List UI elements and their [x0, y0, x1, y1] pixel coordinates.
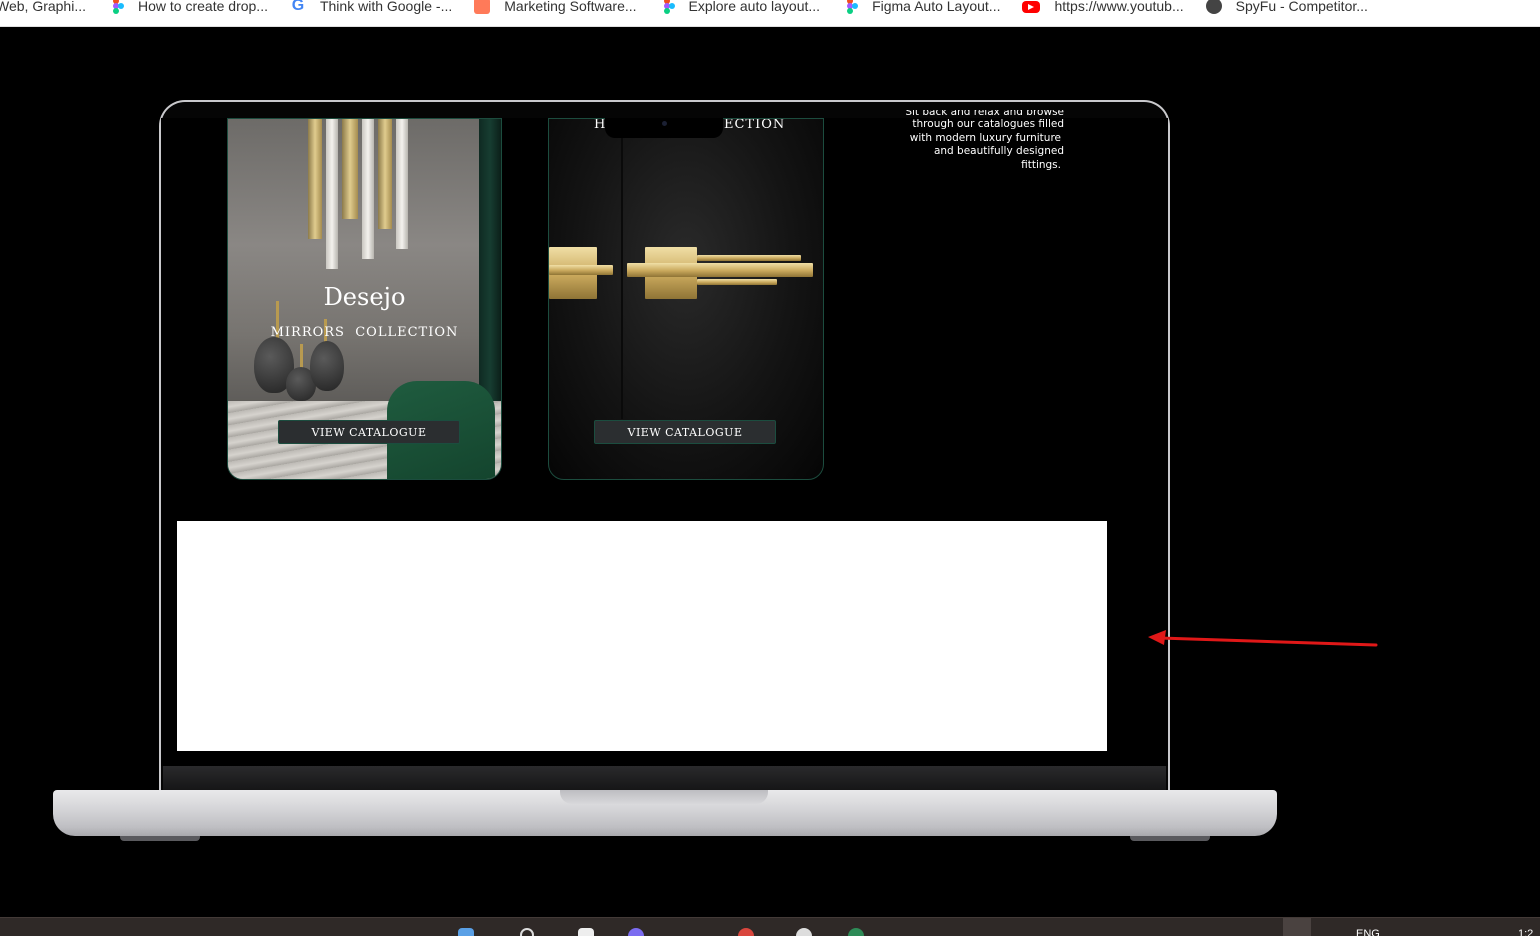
- card-collection-title-right: ECTION: [724, 118, 786, 132]
- bookmark-youtube[interactable]: https://www.youtub...: [1022, 0, 1184, 16]
- mirror-strip: [396, 119, 408, 249]
- view-catalogue-button[interactable]: VIEW CATALOGUE: [278, 420, 460, 444]
- bookmark-web-graphic[interactable]: Web, Graphi...: [0, 0, 86, 16]
- vase: [310, 341, 344, 391]
- spyfu-icon: [1205, 0, 1222, 14]
- hubspot-icon: [474, 0, 491, 14]
- empty-white-section: [177, 521, 1107, 751]
- mirror-strip: [326, 119, 338, 269]
- door-seam: [621, 119, 623, 419]
- intro-line: through our catalogues filled: [912, 118, 1064, 130]
- bookmark-label: Web, Graphi...: [0, 0, 87, 14]
- camera-notch: [605, 118, 723, 138]
- mirror-strip: [378, 119, 392, 229]
- card-collection-title: MIRRORS COLLECTION: [270, 325, 459, 340]
- camera-icon: [662, 121, 667, 126]
- bookmark-label: How to create drop...: [138, 0, 268, 14]
- laptop-base: [53, 790, 1277, 836]
- intro-line: and beautifully designed: [933, 145, 1064, 158]
- mirror-strip: [362, 119, 374, 259]
- figma-icon: [842, 0, 859, 14]
- bookmark-spyfu[interactable]: SpyFu - Competitor...: [1205, 0, 1368, 16]
- show-hidden-icons[interactable]: [1283, 918, 1311, 936]
- google-icon: G: [291, 0, 305, 14]
- youtube-icon: [1022, 1, 1041, 13]
- bookmark-label: Figma Auto Layout...: [872, 0, 1001, 14]
- catalogue-card-mirrors: Desejo MIRRORS COLLECTION VIEW CATALOGUE: [227, 118, 502, 480]
- laptop-chin: [163, 766, 1166, 792]
- intro-line: with modern luxury furniture: [909, 131, 1061, 144]
- taskbar: ENG 1:2: [0, 917, 1540, 936]
- figma-icon: [108, 0, 125, 14]
- bookmark-figma-auto-layout[interactable]: Figma Auto Layout...: [842, 0, 1000, 16]
- bookmark-label: Explore auto layout...: [688, 0, 821, 14]
- view-catalogue-button[interactable]: VIEW CATALOGUE: [594, 420, 776, 444]
- bookmark-explore-auto-layout[interactable]: Explore auto layout...: [659, 0, 821, 16]
- intro-text: Sit back and relax and browse through ou…: [880, 110, 1064, 172]
- laptop-foot: [120, 836, 200, 841]
- bookmark-label: SpyFu - Competitor...: [1235, 0, 1368, 14]
- bookmark-think-with-google[interactable]: G Think with Google -...: [290, 0, 453, 16]
- bookmark-dropdown[interactable]: How to create drop...: [108, 0, 268, 16]
- mirror-strip: [308, 119, 322, 239]
- door-handle: [549, 265, 613, 275]
- bookmark-label: Think with Google -...: [319, 0, 453, 14]
- laptop-foot: [1130, 836, 1210, 841]
- door-handle: [697, 279, 777, 285]
- bookmark-label: https://www.youtub...: [1054, 0, 1184, 14]
- figma-icon: [659, 0, 675, 14]
- door-handle: [627, 263, 813, 277]
- bookmark-label: Marketing Software...: [504, 0, 637, 14]
- red-arrow-icon: [1148, 630, 1378, 647]
- bookmarks-bar: Web, Graphi... How to create drop... G T…: [0, 0, 1540, 27]
- catalogue-card-handles: H ECTION VIEW CATALOGUE: [548, 118, 824, 480]
- mirror-strip: [342, 119, 358, 219]
- intro-line: fittings.: [1021, 158, 1061, 171]
- bookmark-marketing-software[interactable]: Marketing Software...: [474, 0, 637, 16]
- intro-line: Sit back and relax and browse: [905, 110, 1064, 118]
- door-handle: [697, 255, 801, 261]
- card-brand-title: Desejo: [323, 283, 406, 311]
- lid-groove: [560, 790, 768, 804]
